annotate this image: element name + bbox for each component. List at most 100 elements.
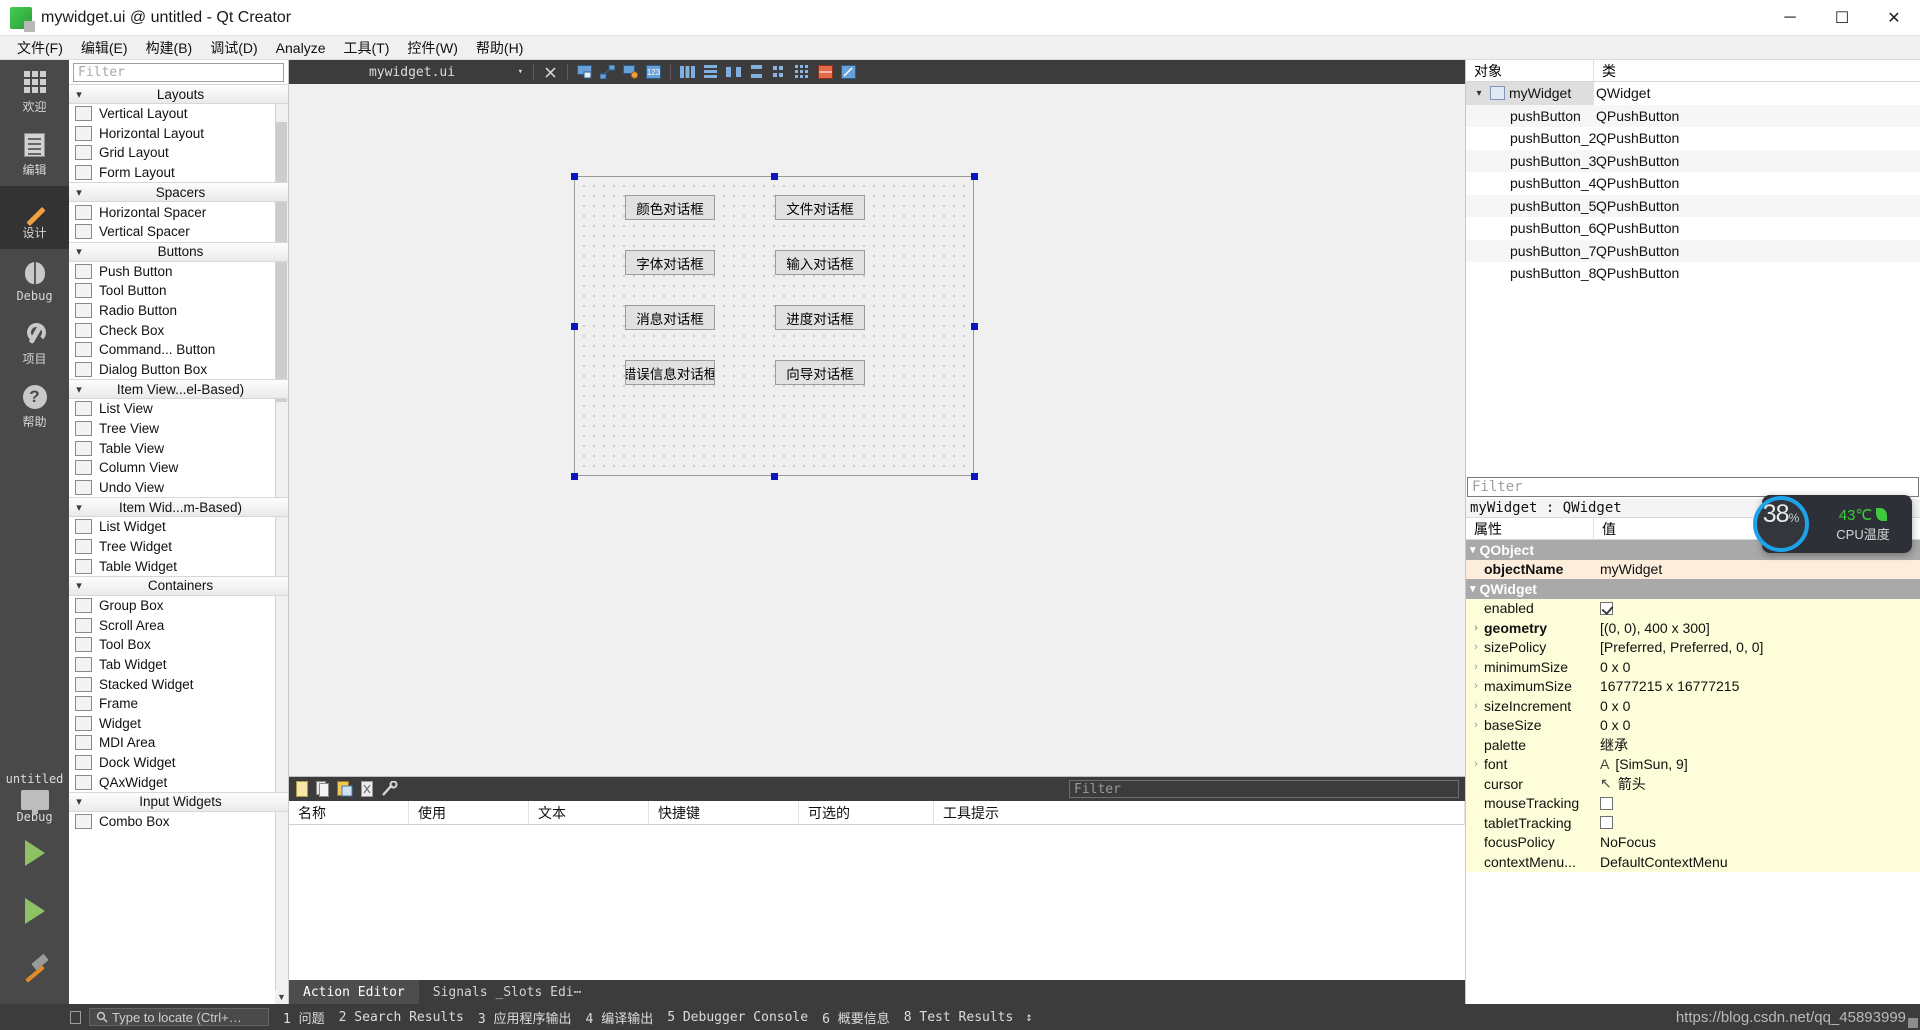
output-toggle-icon[interactable] xyxy=(70,1010,81,1024)
property-row-enabled[interactable]: enabled xyxy=(1466,598,1920,619)
property-value-cell[interactable]: myWidget xyxy=(1594,560,1920,580)
column-used[interactable]: 使用 xyxy=(409,800,529,825)
property-row-palette[interactable]: palette 继承 xyxy=(1466,735,1920,755)
widget-box-scroll-thumb[interactable] xyxy=(276,122,287,402)
menu-analyze[interactable]: Analyze xyxy=(267,38,335,58)
resize-handle-ne[interactable] xyxy=(971,173,978,180)
property-group-qwidget[interactable]: ▾ QWidget xyxy=(1466,579,1920,599)
status-item-test-results[interactable]: 8 Test Results xyxy=(904,1010,1014,1025)
layout-form-button[interactable] xyxy=(769,62,790,82)
widget-box-item-group-box[interactable]: Group Box xyxy=(69,596,288,616)
chevron-right-icon[interactable]: › xyxy=(1470,700,1482,712)
property-row-sizepolicy[interactable]: › sizePolicy [Preferred, Preferred, 0, 0] xyxy=(1466,637,1920,658)
widget-box-item-table-view[interactable]: Table View xyxy=(69,438,288,458)
property-row-geometry[interactable]: › geometry [(0, 0), 400 x 300] xyxy=(1466,618,1920,638)
column-shortcut[interactable]: 快捷键 xyxy=(649,800,799,825)
form-editor-canvas[interactable]: 颜色对话框 文件对话框 字体对话框 输入对话框 消息对话框 进度对话框 错误信息对话框 向导对… xyxy=(289,84,1465,776)
mode-design[interactable]: 设计 xyxy=(0,186,69,249)
tab-action-editor[interactable]: Action Editor xyxy=(289,980,419,1004)
layout-splitter-h-button[interactable] xyxy=(723,62,744,82)
property-value-cell[interactable] xyxy=(1594,794,1920,814)
delete-action-icon[interactable] xyxy=(360,781,374,797)
resize-handle-nw[interactable] xyxy=(571,173,578,180)
property-row-sizeincrement[interactable]: › sizeIncrement 0 x 0 xyxy=(1466,696,1920,716)
widget-box-item-horizontal-spacer[interactable]: Horizontal Spacer xyxy=(69,202,288,222)
property-row-mousetracking[interactable]: mouseTracking xyxy=(1466,793,1920,814)
mode-projects[interactable]: 项目 xyxy=(0,312,69,375)
object-inspector-list[interactable]: ▾ myWidget QWidget pushButton QPushButton pus… xyxy=(1466,82,1920,475)
property-editor-filter-input[interactable]: Filter xyxy=(1467,477,1919,497)
layout-horizontal-button[interactable] xyxy=(677,62,698,82)
property-value-cell[interactable] xyxy=(1594,599,1920,619)
column-object[interactable]: 对象 xyxy=(1466,59,1594,82)
column-tooltip[interactable]: 工具提示 xyxy=(934,800,1465,825)
paste-action-icon[interactable] xyxy=(337,781,353,797)
edit-signals-slots-button[interactable] xyxy=(597,62,618,82)
form-push-button-4[interactable]: 输入对话框 xyxy=(775,250,865,275)
edit-buddies-button[interactable] xyxy=(620,62,641,82)
widget-box-item-horizontal-layout[interactable]: Horizontal Layout xyxy=(69,124,288,144)
mode-help[interactable]: ? 帮助 xyxy=(0,375,69,438)
chevron-right-icon[interactable]: › xyxy=(1470,680,1482,692)
widget-box-item-widget[interactable]: Widget xyxy=(69,713,288,733)
mode-welcome[interactable]: 欢迎 xyxy=(0,60,69,123)
column-name[interactable]: 名称 xyxy=(289,800,409,825)
resize-handle-n[interactable] xyxy=(771,173,778,180)
column-property[interactable]: 属性 xyxy=(1466,517,1594,540)
menu-build[interactable]: 构建(B) xyxy=(137,36,202,60)
resize-grip[interactable] xyxy=(1908,1018,1918,1028)
object-inspector-row[interactable]: pushButton_3 QPushButton xyxy=(1466,149,1920,172)
resize-handle-s[interactable] xyxy=(771,473,778,480)
status-item-compile-output[interactable]: 4 编译输出 xyxy=(586,1008,654,1027)
status-item-search-results[interactable]: 2 Search Results xyxy=(339,1010,464,1025)
object-inspector-row[interactable]: pushButton_4 QPushButton xyxy=(1466,172,1920,195)
build-button[interactable] xyxy=(0,940,69,998)
widget-box-category-item-view-el-based[interactable]: ▾ Item View...el-Based) xyxy=(69,379,288,400)
menu-help[interactable]: 帮助(H) xyxy=(467,36,532,60)
widget-box-item-list-view[interactable]: List View xyxy=(69,399,288,419)
configure-action-icon[interactable] xyxy=(381,781,399,797)
property-value-cell[interactable]: DefaultContextMenu xyxy=(1594,852,1920,872)
widget-box-item-mdi-area[interactable]: MDI Area xyxy=(69,733,288,753)
action-editor-body[interactable] xyxy=(289,825,1465,980)
status-item-app-output[interactable]: 3 应用程序输出 xyxy=(478,1008,572,1027)
output-pane-toggle-icon[interactable]: ↕ xyxy=(1025,1010,1032,1024)
widget-box-item-push-button[interactable]: Push Button xyxy=(69,262,288,282)
property-value-cell[interactable]: 0 x 0 xyxy=(1594,657,1920,677)
widget-box-filter-input[interactable]: Filter xyxy=(73,63,284,82)
object-inspector-row[interactable]: pushButton_5 QPushButton xyxy=(1466,194,1920,217)
property-value-cell[interactable]: NoFocus xyxy=(1594,833,1920,853)
widget-box-item-list-widget[interactable]: List Widget xyxy=(69,517,288,537)
object-inspector-row[interactable]: pushButton_8 QPushButton xyxy=(1466,262,1920,285)
layout-vertical-button[interactable] xyxy=(700,62,721,82)
form-push-button-3[interactable]: 字体对话框 xyxy=(625,250,715,275)
widget-box-item-qaxwidget[interactable]: QAxWidget xyxy=(69,772,288,792)
property-row-maximumsize[interactable]: › maximumSize 16777215 x 16777215 xyxy=(1466,676,1920,696)
widget-box-list[interactable]: ▲ ▼ ▾LayoutsVertical LayoutHorizontal La… xyxy=(69,84,288,1004)
property-row-cursor[interactable]: cursor ↖ 箭头 xyxy=(1466,774,1920,794)
kit-selector[interactable]: untitled Debug xyxy=(0,768,69,824)
column-class[interactable]: 类 xyxy=(1594,61,1920,81)
checkbox[interactable] xyxy=(1600,601,1613,615)
property-value-cell[interactable]: [Preferred, Preferred, 0, 0] xyxy=(1594,638,1920,658)
editor-file-combo[interactable]: mywidget.ui ▾ xyxy=(297,62,527,82)
widget-box-item-dialog-button-box[interactable]: Dialog Button Box xyxy=(69,360,288,380)
widget-box-category-input-widgets[interactable]: ▾ Input Widgets xyxy=(69,791,288,812)
widget-box-item-check-box[interactable]: Check Box xyxy=(69,320,288,340)
widget-box-item-combo-box[interactable]: Combo Box xyxy=(69,812,288,832)
object-inspector-row[interactable]: pushButton_6 QPushButton xyxy=(1466,217,1920,240)
resize-handle-e[interactable] xyxy=(971,323,978,330)
menu-debug[interactable]: 调试(D) xyxy=(201,36,266,60)
maximize-button[interactable]: ☐ xyxy=(1816,0,1868,36)
widget-box-item-stacked-widget[interactable]: Stacked Widget xyxy=(69,674,288,694)
form-push-button-7[interactable]: 错误信息对话框 xyxy=(625,360,715,385)
mode-edit[interactable]: 编辑 xyxy=(0,123,69,186)
column-checkable[interactable]: 可选的 xyxy=(799,800,934,825)
form-push-button-6[interactable]: 进度对话框 xyxy=(775,305,865,330)
widget-box-item-scroll-area[interactable]: Scroll Area xyxy=(69,615,288,635)
debug-button[interactable] xyxy=(0,882,69,940)
property-row-focuspolicy[interactable]: focusPolicy NoFocus xyxy=(1466,832,1920,853)
widget-box-item-frame[interactable]: Frame xyxy=(69,694,288,714)
widget-box-item-radio-button[interactable]: Radio Button xyxy=(69,301,288,321)
run-button[interactable] xyxy=(0,824,69,882)
